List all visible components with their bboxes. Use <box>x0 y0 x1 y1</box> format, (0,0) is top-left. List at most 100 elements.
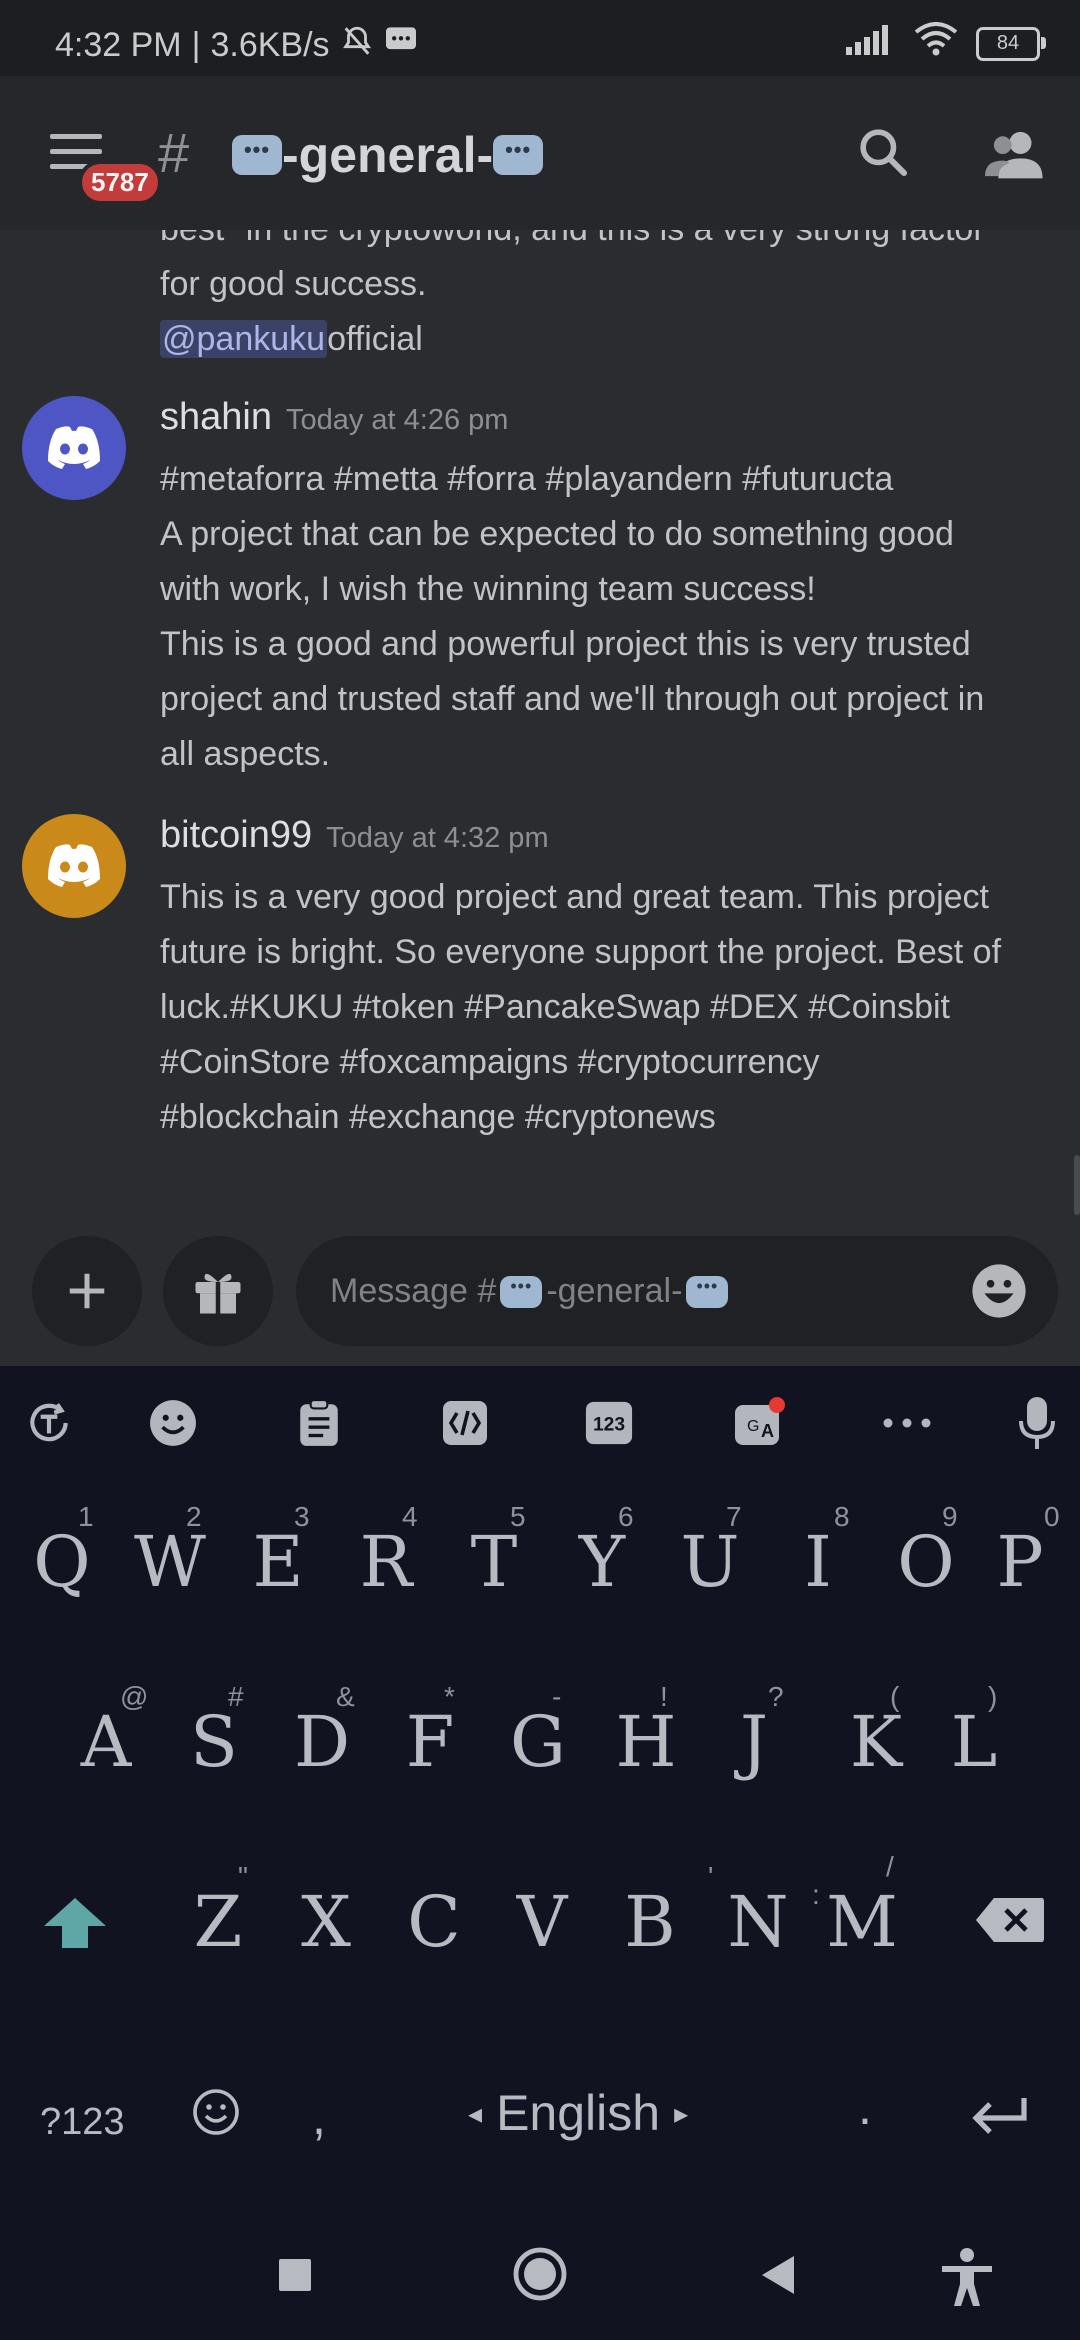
wifi-icon <box>914 22 958 65</box>
status-left: 4:32 PM | 3.6KB/s <box>55 24 418 67</box>
bell-muted-icon <box>340 24 374 67</box>
key-t[interactable]: 5T <box>444 1501 544 1603</box>
period-key[interactable]: . <box>858 2078 872 2136</box>
key-m[interactable]: : / M <box>812 1851 912 1963</box>
more-options-icon[interactable] <box>880 1396 934 1450</box>
key-e[interactable]: 3E <box>228 1501 328 1603</box>
key-i[interactable]: 8I <box>768 1501 868 1603</box>
space-bar[interactable]: ◂ English ▸ <box>468 2084 688 2142</box>
smiley-icon <box>193 2089 239 2135</box>
avatar[interactable] <box>22 396 126 500</box>
accessibility-icon[interactable] <box>940 2248 994 2313</box>
channel-hash-icon: # <box>158 121 190 184</box>
key-l[interactable]: ) L <box>924 1681 1024 1783</box>
timestamp: Today at 4:26 pm <box>285 404 509 436</box>
svg-text:123: 123 <box>593 1415 625 1436</box>
clipboard-icon[interactable] <box>292 1396 346 1450</box>
svg-text:A: A <box>761 1421 774 1441</box>
keyboard: 123 GA 1Q 2W 3E 4R 5T 6Y 7U 8I 9O 0P @ A … <box>0 1366 1080 2230</box>
key-w[interactable]: 2W <box>120 1501 220 1603</box>
translate-icon[interactable]: GA <box>732 1396 786 1450</box>
text-editing-icon[interactable] <box>438 1396 492 1450</box>
key-b[interactable]: B <box>600 1861 700 1963</box>
message-body: This is a very good project and great te… <box>160 878 1002 1136</box>
key-r[interactable]: 4R <box>336 1501 436 1603</box>
search-icon[interactable] <box>855 124 911 185</box>
back-icon[interactable] <box>760 2254 796 2301</box>
language-right-arrow-icon: ▸ <box>674 2097 689 2129</box>
message-body: #metaforra #metta #forra #playandern #fu… <box>160 460 985 773</box>
recent-apps-icon[interactable] <box>278 2258 312 2297</box>
emoji-key[interactable] <box>192 2088 240 2141</box>
speech-bubble-icon <box>686 1275 729 1308</box>
message-input[interactable]: Message # -general- <box>296 1236 1058 1346</box>
message-continued: best" in the cryptoworld, and this is a … <box>160 230 985 358</box>
backspace-icon <box>976 1898 1044 1942</box>
key-y[interactable]: 6Y <box>552 1501 652 1603</box>
home-icon[interactable] <box>512 2246 568 2307</box>
avatar[interactable] <box>22 814 126 918</box>
enter-icon <box>972 2098 1027 2134</box>
key-d[interactable]: & D <box>272 1681 372 1783</box>
key-c[interactable]: C <box>384 1861 484 1963</box>
key-n[interactable]: ' N <box>708 1861 808 1963</box>
keyboard-toolbar: 123 GA <box>0 1366 1080 1476</box>
message-notification-icon <box>384 26 418 65</box>
key-u[interactable]: 7U <box>660 1501 760 1603</box>
text-tools-icon[interactable] <box>22 1396 76 1450</box>
gift-button[interactable] <box>163 1236 273 1346</box>
shift-key[interactable] <box>20 1896 130 1976</box>
channel-header: 5787 # -general- <box>0 76 1080 230</box>
add-attachment-button[interactable] <box>32 1236 142 1346</box>
status-right: 84 <box>846 22 1046 65</box>
channel-name: -general- <box>282 127 494 183</box>
discord-logo-icon <box>48 426 100 469</box>
key-f[interactable]: * F <box>380 1681 480 1783</box>
status-time: 4:32 PM <box>55 26 182 64</box>
user-mention[interactable]: @pankuku <box>160 320 328 358</box>
key-z[interactable]: " Z <box>168 1861 268 1963</box>
language-label: English <box>496 2085 661 2141</box>
discord-logo-icon <box>48 844 100 887</box>
scrollbar[interactable] <box>1074 1155 1080 1215</box>
message-composer: Message # -general- <box>0 1230 1080 1366</box>
battery-icon: 84 <box>976 26 1046 61</box>
backspace-key[interactable] <box>960 1896 1060 1976</box>
status-net-speed: 3.6KB/s <box>210 26 330 64</box>
emoji-icon[interactable] <box>146 1396 200 1450</box>
key-a[interactable]: @ A <box>56 1681 156 1783</box>
comma-key[interactable]: , <box>312 2088 326 2146</box>
microphone-icon[interactable] <box>1010 1396 1064 1450</box>
key-k[interactable]: (K <box>826 1681 926 1783</box>
status-bar: 4:32 PM | 3.6KB/s 84 <box>0 0 1080 76</box>
signal-icon <box>846 23 896 64</box>
timestamp: Today at 4:32 pm <box>326 822 549 854</box>
speech-bubble-icon <box>232 135 282 175</box>
emoji-picker-icon[interactable] <box>970 1262 1028 1325</box>
key-g[interactable]: -G <box>488 1681 588 1783</box>
key-j[interactable]: ? J <box>704 1681 804 1783</box>
username[interactable]: bitcoin99 <box>160 814 312 856</box>
numpad-icon[interactable]: 123 <box>582 1396 636 1450</box>
gift-icon <box>195 1273 241 1314</box>
members-icon[interactable] <box>985 126 1047 187</box>
key-v[interactable]: V <box>492 1861 592 1963</box>
key-p[interactable]: 0P <box>970 1501 1070 1603</box>
channel-title[interactable]: -general- <box>232 126 544 184</box>
message-list[interactable]: best" in the cryptoworld, and this is a … <box>0 230 1080 1230</box>
username[interactable]: shahin <box>160 396 272 438</box>
key-s[interactable]: # S <box>164 1681 264 1783</box>
key-h[interactable]: ! H <box>596 1681 696 1783</box>
plus-icon <box>69 1273 105 1309</box>
enter-key[interactable] <box>970 2096 1028 2141</box>
language-left-arrow-icon: ◂ <box>468 2097 483 2129</box>
key-x[interactable]: X <box>276 1861 376 1963</box>
symbols-key[interactable]: ?123 <box>40 2101 125 2144</box>
speech-bubble-icon <box>493 135 544 175</box>
navigation-bar <box>0 2230 1080 2340</box>
key-q[interactable]: 1Q <box>12 1501 112 1603</box>
shift-arrow-icon <box>44 1898 106 1948</box>
key-o[interactable]: 9O <box>876 1501 976 1603</box>
svg-text:G: G <box>747 1418 759 1435</box>
message-placeholder: Message # -general- <box>330 1272 729 1311</box>
